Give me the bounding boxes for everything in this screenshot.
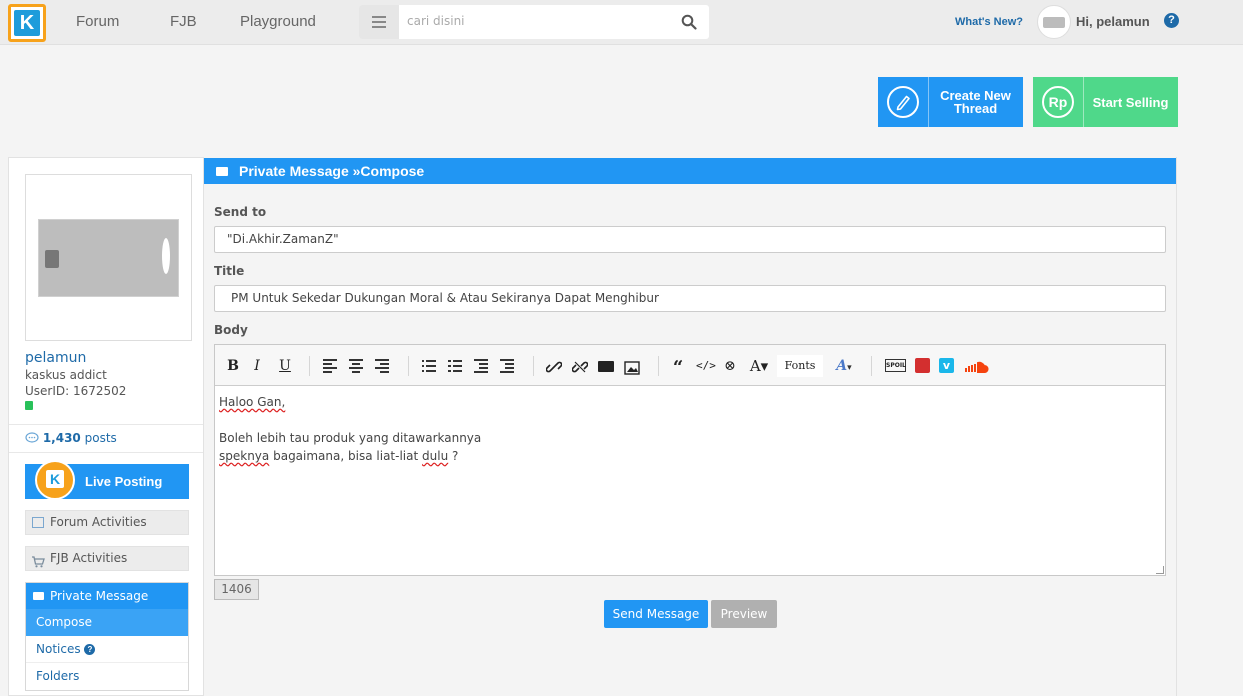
help-icon[interactable]: ? [1164,13,1179,28]
font-color-icon[interactable]: A▾ [831,357,857,375]
underline-icon[interactable]: U [277,357,293,375]
search-input[interactable] [407,14,667,28]
whats-new-link[interactable]: What's New? [955,16,1023,28]
kaskus-logo-icon: K [46,470,64,488]
title-label: Title [214,264,245,278]
notices-link[interactable]: Notices ? [26,636,188,663]
private-message-menu: Private Message Compose Notices ? Folder… [25,582,189,691]
profile-rank: kaskus addict [25,368,107,382]
send-to-label: Send to [214,205,267,219]
align-right-icon[interactable] [375,359,389,373]
remove-format-icon[interactable]: ⊗ [722,357,738,375]
body-line: Haloo Gan, [219,395,286,409]
resize-handle[interactable] [1156,566,1164,574]
font-size-icon[interactable]: A▾ [748,357,770,375]
body-editor: B I U “ </> ⊗ A▾ Fonts A▾ SPOIL v Haloo … [214,344,1166,576]
forum-activities-label: Forum Activities [50,515,147,529]
send-message-button[interactable]: Send Message [604,600,708,628]
profile-sidebar: pelamun kaskus addict UserID: 1672502 1,… [8,157,204,696]
soundcloud-icon[interactable] [963,358,989,376]
search-menu-button[interactable] [359,5,399,39]
rupiah-icon: Rp [1042,86,1074,118]
align-center-icon[interactable] [349,359,363,373]
speech-bubble-icon [25,432,39,443]
profile-picture [38,219,179,297]
create-new-thread-label: Create New Thread [940,88,1011,116]
folders-link[interactable]: Folders [26,663,188,690]
start-selling-label: Start Selling [1092,94,1169,110]
nav-fjb-link[interactable]: FJB [170,13,197,30]
body-label: Body [214,323,248,337]
fonts-dropdown[interactable]: Fonts [777,355,823,377]
character-counter: 1406 [214,579,259,600]
divider [9,424,203,425]
start-selling-button[interactable]: Rp Start Selling [1033,77,1178,127]
fjb-activities-link[interactable]: FJB Activities [25,546,189,571]
outdent-icon[interactable] [500,359,514,373]
compose-header-title: Private Message »Compose [239,163,425,179]
profile-username[interactable]: pelamun [25,350,86,366]
editor-toolbar: B I U “ </> ⊗ A▾ Fonts A▾ SPOIL v [215,345,1165,386]
body-textarea[interactable]: Haloo Gan, Boleh lebih tau produk yang d… [215,387,1165,575]
align-left-icon[interactable] [323,359,337,373]
profile-photo[interactable] [25,174,192,341]
email-icon[interactable] [598,361,614,372]
code-icon[interactable]: </> [696,357,716,375]
nav-playground-link[interactable]: Playground [240,13,316,30]
body-line: Boleh lebih tau produk yang ditawarkanny… [219,431,482,445]
create-new-thread-button[interactable]: Create New Thread [878,77,1023,127]
preview-button[interactable]: Preview [711,600,777,628]
online-status-indicator [25,401,33,410]
compose-header: Private Message »Compose [204,158,1176,184]
forum-activities-link[interactable]: Forum Activities [25,510,189,535]
pencil-icon [887,86,919,118]
bullet-list-icon[interactable] [422,359,436,372]
live-posting-badge-icon: K [35,460,75,500]
envelope-icon [33,592,44,600]
kaskus-logo[interactable]: K [8,4,46,42]
nav-forum-link[interactable]: Forum [76,13,119,30]
search-icon[interactable] [681,14,697,30]
private-message-link[interactable]: Private Message [26,583,188,609]
quote-icon[interactable]: “ [670,357,686,378]
kaskus-logo-icon: K [14,10,40,36]
compose-panel: Private Message »Compose Send to "Di.Akh… [204,157,1177,696]
question-icon: ? [84,644,96,655]
user-avatar[interactable] [1037,5,1071,39]
image-icon[interactable] [624,359,640,377]
live-posting-button[interactable]: K Live Posting [25,460,189,500]
youtube-icon[interactable] [915,358,930,373]
posts-count-value: 1,430 [42,431,81,445]
profile-user-id: UserID: 1672502 [25,384,127,398]
italic-icon[interactable]: I [250,357,264,375]
title-field[interactable]: PM Untuk Sekedar Dukungan Moral & Atau S… [214,285,1166,312]
notices-label: Notices [36,642,81,656]
posts-count-label: posts [84,431,117,445]
user-greeting[interactable]: Hi, pelamun [1076,14,1150,29]
spoiler-icon[interactable]: SPOIL [885,359,906,372]
private-message-label: Private Message [50,589,149,603]
cart-icon [31,553,45,576]
fjb-activities-label: FJB Activities [50,551,128,565]
bold-icon[interactable]: B [225,357,241,375]
unlink-icon[interactable] [572,358,588,376]
vimeo-icon[interactable]: v [939,358,954,373]
send-to-field[interactable]: "Di.Akhir.ZamanZ" [214,226,1166,253]
numbered-list-icon[interactable] [448,359,462,372]
live-posting-label: Live Posting [85,474,163,489]
top-navbar: K Forum FJB Playground What's New? Hi, p… [0,0,1243,45]
search-bar [359,5,709,39]
profile-posts-count[interactable]: 1,430 posts [25,431,117,445]
compose-link[interactable]: Compose [26,609,188,636]
divider [9,452,203,453]
link-icon[interactable] [546,358,562,376]
body-line [219,411,1161,429]
body-line: speknya bagaimana, bisa liat-liat dulu ? [219,449,459,463]
forum-activities-icon [32,517,44,528]
indent-icon[interactable] [474,359,488,373]
envelope-icon [216,167,228,176]
